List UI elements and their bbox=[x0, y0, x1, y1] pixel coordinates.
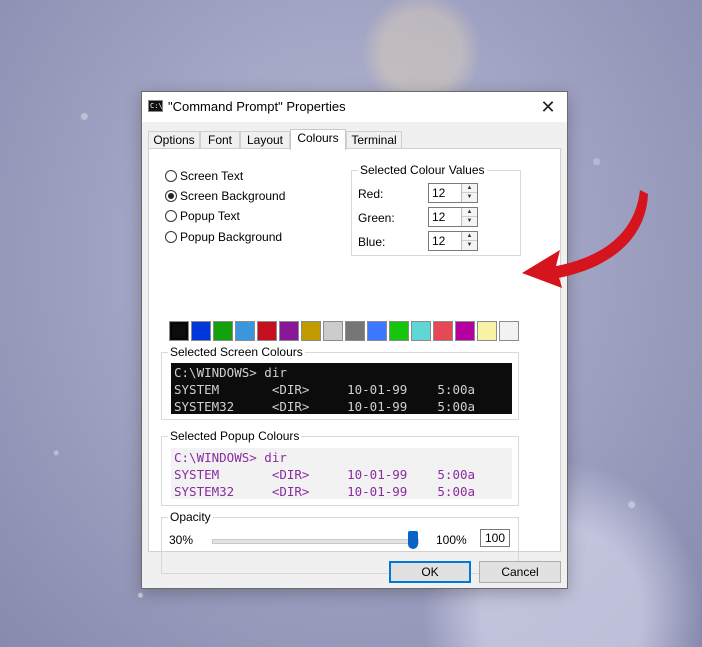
radio-screen-text[interactable]: Screen Text bbox=[165, 168, 243, 184]
window-title: "Command Prompt" Properties bbox=[168, 99, 346, 114]
radio-popup-background[interactable]: Popup Background bbox=[165, 229, 282, 245]
popup-colours-preview: C:\WINDOWS> dir SYSTEM <DIR> 10-01-99 5:0… bbox=[171, 448, 512, 499]
opacity-min-label: 30% bbox=[169, 533, 194, 547]
colour-swatch[interactable] bbox=[389, 321, 409, 341]
arrow-head bbox=[522, 250, 562, 288]
preview-line: SYSTEM32 <DIR> 10-01-99 5:00a bbox=[174, 484, 476, 499]
colour-swatch[interactable] bbox=[169, 321, 189, 341]
blue-stepper[interactable]: 12 ▲ ▼ bbox=[428, 231, 478, 251]
blue-increment-icon[interactable]: ▲ bbox=[462, 232, 477, 241]
green-spin-buttons: ▲ ▼ bbox=[461, 208, 477, 226]
radio-screen-background[interactable]: Screen Background bbox=[165, 188, 285, 204]
radio-popup-text[interactable]: Popup Text bbox=[165, 208, 240, 224]
green-stepper[interactable]: 12 ▲ ▼ bbox=[428, 207, 478, 227]
preview-line: SYSTEM <DIR> 10-01-99 5:00a bbox=[174, 467, 476, 482]
red-label: Red: bbox=[358, 187, 384, 201]
preview-line: SYSTEM32 <DIR> 10-01-99 5:00a bbox=[174, 399, 476, 414]
screen-colours-group: Selected Screen Colours C:\WINDOWS> dir S… bbox=[161, 345, 519, 420]
tab-colours[interactable]: Colours bbox=[290, 129, 346, 150]
radio-label: Popup Text bbox=[180, 209, 240, 223]
command-prompt-icon: C:\ bbox=[148, 100, 163, 112]
popup-colours-group: Selected Popup Colours C:\WINDOWS> dir SY… bbox=[161, 429, 519, 506]
radio-label: Screen Background bbox=[180, 189, 286, 203]
tab-terminal[interactable]: Terminal bbox=[346, 131, 402, 149]
colour-swatch[interactable] bbox=[213, 321, 233, 341]
radio-label: Popup Background bbox=[180, 230, 283, 244]
green-decrement-icon[interactable]: ▼ bbox=[462, 217, 477, 226]
colour-palette bbox=[169, 321, 521, 343]
opacity-value-input[interactable]: 100 bbox=[480, 529, 510, 547]
blue-decrement-icon[interactable]: ▼ bbox=[462, 241, 477, 250]
opacity-slider-track[interactable] bbox=[212, 539, 419, 544]
radio-circle[interactable] bbox=[165, 190, 177, 202]
colour-swatch[interactable] bbox=[411, 321, 431, 341]
preview-line: C:\WINDOWS> dir bbox=[174, 365, 287, 380]
group-title: Selected Screen Colours bbox=[168, 345, 305, 359]
green-label: Green: bbox=[358, 211, 395, 225]
cancel-button[interactable]: Cancel bbox=[479, 561, 561, 583]
blue-value[interactable]: 12 bbox=[432, 234, 445, 248]
colour-swatch[interactable] bbox=[235, 321, 255, 341]
group-title: Selected Colour Values bbox=[358, 163, 487, 177]
preview-line: SYSTEM <DIR> 10-01-99 5:00a bbox=[174, 382, 476, 397]
colour-swatch[interactable] bbox=[455, 321, 475, 341]
colour-swatch[interactable] bbox=[191, 321, 211, 341]
red-arrow-annotation bbox=[522, 190, 648, 288]
properties-dialog: C:\ "Command Prompt" Properties ✕ Option… bbox=[141, 91, 568, 589]
colour-swatch[interactable] bbox=[433, 321, 453, 341]
radio-circle[interactable] bbox=[165, 231, 177, 243]
tab-layout[interactable]: Layout bbox=[240, 131, 290, 149]
close-button[interactable]: ✕ bbox=[537, 96, 559, 118]
group-title: Selected Popup Colours bbox=[168, 429, 302, 443]
screen-colours-preview: C:\WINDOWS> dir SYSTEM <DIR> 10-01-99 5:0… bbox=[171, 363, 512, 414]
title-bar[interactable]: C:\ "Command Prompt" Properties ✕ bbox=[142, 92, 567, 122]
red-spin-buttons: ▲ ▼ bbox=[461, 184, 477, 202]
selected-colour-values-group: Selected Colour Values Red: 12 ▲ ▼ Green… bbox=[351, 163, 521, 256]
tab-options[interactable]: Options bbox=[148, 131, 200, 149]
arrow-shaft bbox=[545, 190, 648, 280]
red-decrement-icon[interactable]: ▼ bbox=[462, 193, 477, 202]
colour-swatch[interactable] bbox=[345, 321, 365, 341]
opacity-max-label: 100% bbox=[436, 533, 467, 547]
radio-circle[interactable] bbox=[165, 210, 177, 222]
red-value[interactable]: 12 bbox=[432, 186, 445, 200]
tab-font[interactable]: Font bbox=[200, 131, 240, 149]
group-title: Opacity bbox=[168, 510, 213, 524]
colour-swatch[interactable] bbox=[323, 321, 343, 341]
red-stepper[interactable]: 12 ▲ ▼ bbox=[428, 183, 478, 203]
colour-swatch[interactable] bbox=[499, 321, 519, 341]
ok-button[interactable]: OK bbox=[389, 561, 471, 583]
colour-swatch[interactable] bbox=[367, 321, 387, 341]
colour-swatch[interactable] bbox=[301, 321, 321, 341]
blue-label: Blue: bbox=[358, 235, 386, 249]
colour-swatch[interactable] bbox=[477, 321, 497, 341]
green-value[interactable]: 12 bbox=[432, 210, 445, 224]
green-increment-icon[interactable]: ▲ bbox=[462, 208, 477, 217]
opacity-slider-thumb[interactable] bbox=[408, 531, 418, 549]
blue-spin-buttons: ▲ ▼ bbox=[461, 232, 477, 250]
colour-swatch[interactable] bbox=[279, 321, 299, 341]
red-increment-icon[interactable]: ▲ bbox=[462, 184, 477, 193]
colour-swatch[interactable] bbox=[257, 321, 277, 341]
radio-label: Screen Text bbox=[180, 169, 244, 183]
radio-circle[interactable] bbox=[165, 170, 177, 182]
preview-line: C:\WINDOWS> dir bbox=[174, 450, 287, 465]
